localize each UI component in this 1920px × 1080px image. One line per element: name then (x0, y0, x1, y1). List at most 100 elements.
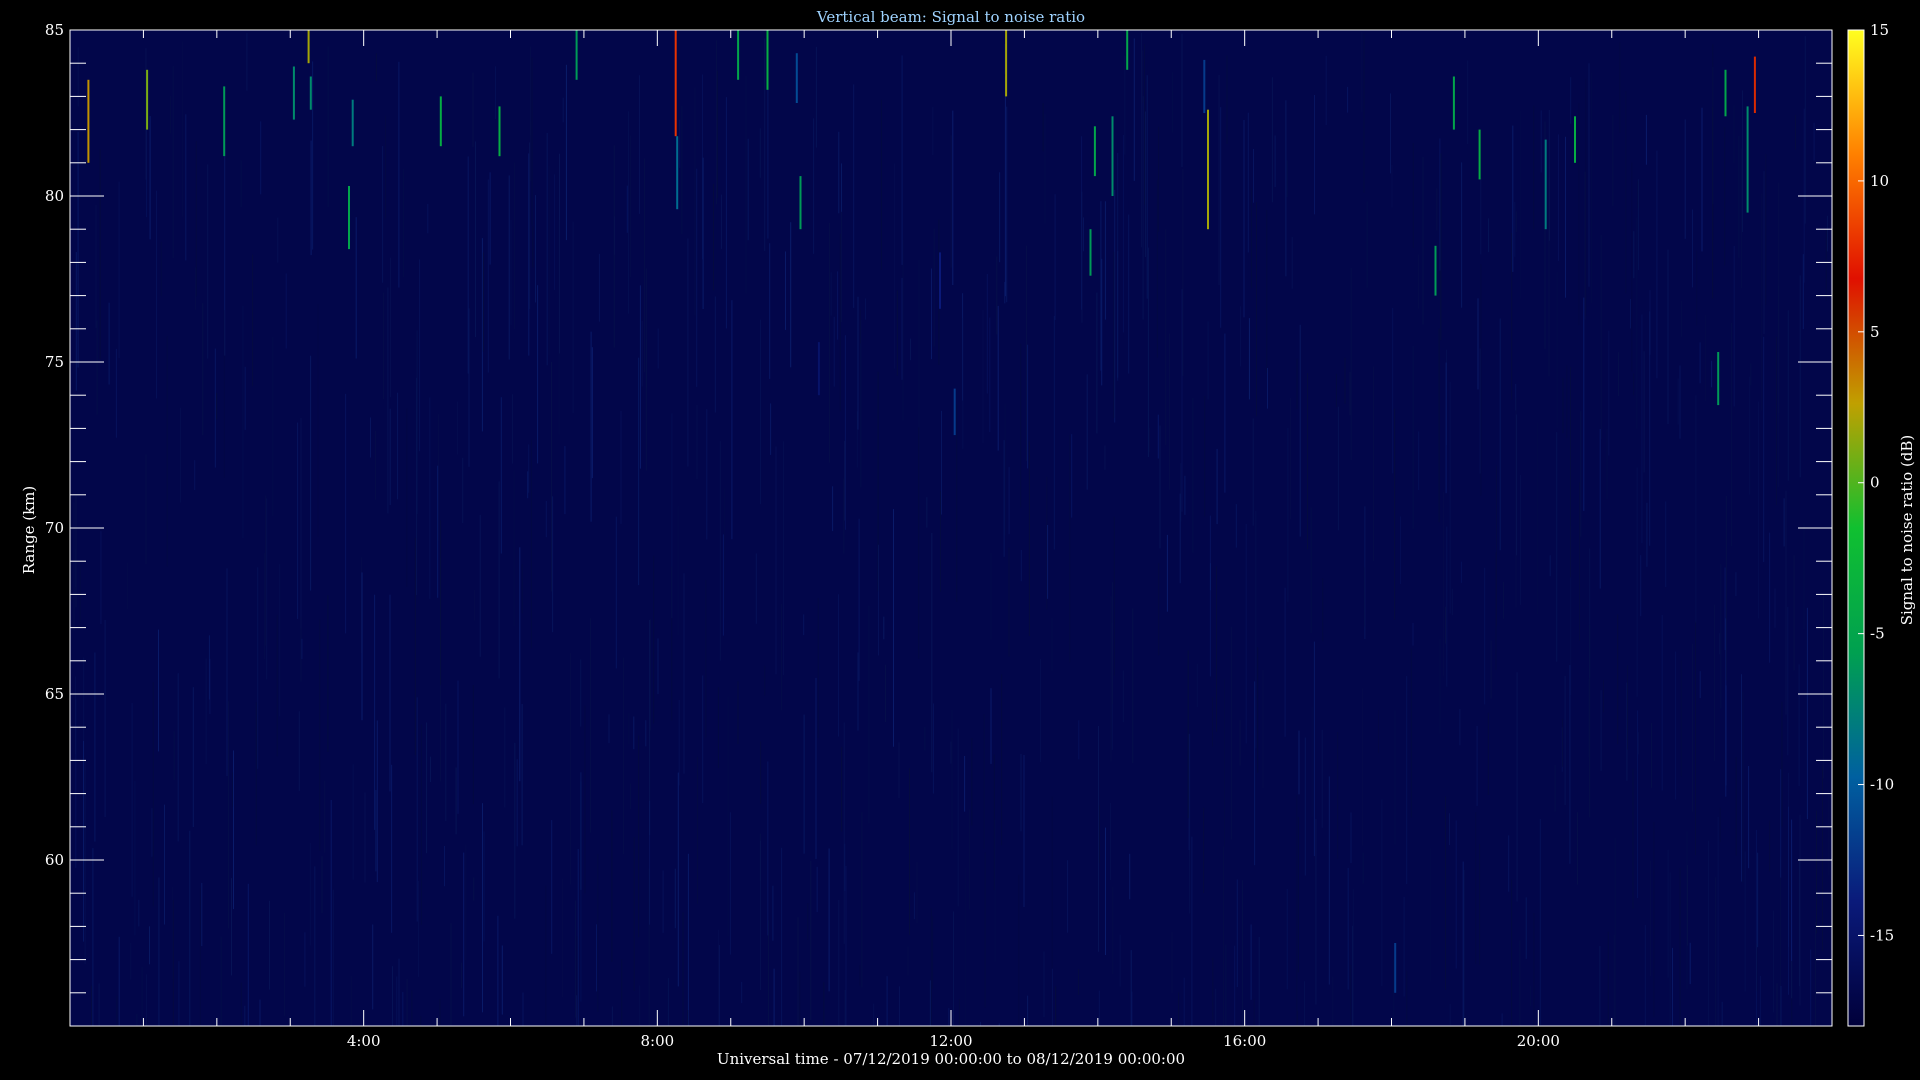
noise-streak (969, 809, 970, 910)
noise-streak (1692, 209, 1693, 288)
noise-streak (177, 673, 179, 842)
noise-streak (1001, 674, 1003, 846)
noise-streak (1587, 679, 1589, 757)
noise-streak (127, 562, 128, 610)
noise-streak (1311, 706, 1313, 817)
noise-streak (1612, 115, 1614, 207)
noise-streak (1322, 578, 1324, 642)
noise-streak (1372, 366, 1374, 562)
noise-streak (158, 877, 160, 1026)
echo-mark (1452, 76, 1455, 130)
noise-streak (980, 1021, 981, 1026)
noise-streak (1785, 490, 1787, 715)
noise-streak (1394, 710, 1396, 845)
noise-streak (1742, 90, 1743, 233)
noise-streak (1822, 765, 1823, 951)
noise-streak (705, 579, 707, 738)
noise-streak (1631, 162, 1633, 372)
noise-streak (952, 110, 954, 285)
noise-streak (535, 195, 536, 303)
y-axis-label: Range (km) (20, 486, 38, 575)
noise-streak (231, 878, 232, 976)
noise-streak (1480, 177, 1482, 255)
noise-streak (332, 889, 334, 1026)
noise-streak (1636, 217, 1638, 429)
noise-streak (1187, 650, 1189, 819)
noise-streak (1352, 925, 1353, 1026)
noise-streak (781, 603, 782, 711)
noise-streak (1477, 298, 1479, 390)
noise-streak (387, 287, 389, 514)
echo-mark (799, 176, 802, 230)
noise-streak (645, 338, 647, 388)
noise-streak (1487, 712, 1489, 795)
noise-streak (1086, 374, 1088, 490)
noise-streak (521, 564, 523, 614)
noise-streak (391, 764, 393, 933)
noise-streak (859, 965, 861, 986)
noise-streak (416, 330, 418, 515)
noise-streak (785, 251, 786, 330)
noise-streak (951, 709, 953, 850)
noise-streak (558, 220, 560, 435)
noise-streak (1712, 66, 1714, 204)
noise-streak (918, 427, 920, 659)
noise-streak (382, 146, 384, 283)
echo-mark (1111, 116, 1114, 196)
noise-streak (1096, 292, 1098, 434)
noise-streak (1332, 976, 1334, 1026)
noise-streak (552, 496, 554, 633)
noise-streak (1067, 860, 1069, 933)
noise-streak (590, 331, 592, 522)
noise-streak (551, 820, 553, 954)
noise-streak (1580, 411, 1582, 537)
noise-streak (284, 912, 286, 1016)
noise-streak (220, 936, 222, 1026)
noise-streak (546, 133, 548, 366)
noise-streak (807, 903, 809, 940)
noise-streak (1619, 42, 1621, 133)
noise-streak (628, 712, 630, 745)
x-tick-label: 20:00 (1517, 1032, 1560, 1050)
noise-streak (722, 534, 724, 636)
noise-streak (671, 413, 673, 619)
colorbar-tick-label: 10 (1870, 172, 1889, 190)
noise-streak (1314, 95, 1315, 215)
noise-streak (1128, 214, 1130, 374)
noise-streak (1051, 617, 1053, 672)
noise-streak (591, 347, 593, 479)
noise-streak (475, 141, 476, 338)
noise-streak (1147, 247, 1149, 457)
noise-streak (1119, 934, 1121, 987)
echo-mark (737, 30, 740, 80)
noise-streak (375, 53, 377, 82)
noise-streak (532, 226, 534, 268)
noise-streak (1204, 396, 1206, 517)
noise-streak (389, 594, 391, 792)
echo-mark (939, 252, 941, 309)
noise-streak (687, 853, 689, 1026)
noise-streak (516, 759, 518, 847)
echo-mark (766, 30, 769, 90)
noise-streak (149, 116, 151, 240)
noise-streak (933, 228, 935, 347)
noise-streak (1218, 75, 1220, 285)
noise-streak (1349, 372, 1351, 416)
noise-streak (1296, 795, 1298, 1026)
noise-streak (390, 257, 391, 398)
noise-streak (1557, 134, 1559, 261)
noise-streak (146, 1017, 148, 1026)
noise-streak (430, 756, 431, 782)
noise-streak (715, 40, 717, 205)
noise-streak (383, 292, 385, 399)
noise-streak (1617, 352, 1619, 396)
noise-streak (1256, 202, 1257, 417)
noise-streak (1565, 136, 1566, 298)
noise-streak (1023, 755, 1025, 907)
noise-streak (259, 999, 261, 1026)
noise-streak (727, 696, 729, 937)
noise-streak (1166, 534, 1168, 612)
noise-streak (1461, 162, 1463, 308)
noise-streak (1445, 796, 1446, 990)
noise-streak (893, 509, 894, 747)
